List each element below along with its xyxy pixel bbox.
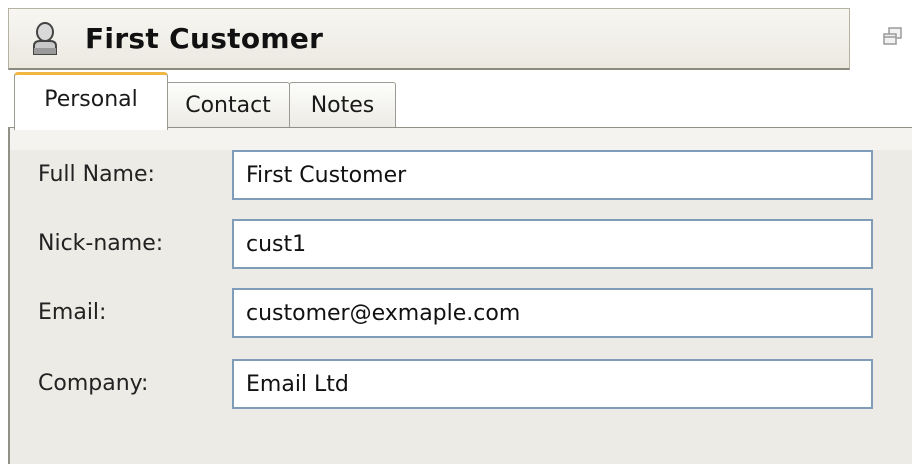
customer-editor-window: First Customer Personal Contact Notes Fu… bbox=[0, 0, 912, 464]
company-row: Company: bbox=[10, 359, 890, 409]
title-bar: First Customer bbox=[8, 8, 850, 70]
full-name-label: Full Name: bbox=[38, 162, 155, 187]
company-input[interactable] bbox=[232, 359, 873, 409]
email-input[interactable] bbox=[232, 288, 873, 338]
tab-notes[interactable]: Notes bbox=[289, 82, 396, 128]
tab-strip: Personal Contact Notes bbox=[8, 70, 912, 130]
email-row: Email: bbox=[10, 288, 890, 338]
window-restore-icon[interactable] bbox=[882, 26, 904, 48]
tab-contact[interactable]: Contact bbox=[166, 82, 290, 128]
nick-name-label: Nick-name: bbox=[38, 231, 164, 256]
window-title: First Customer bbox=[85, 22, 324, 55]
panel-header-strip bbox=[10, 128, 912, 150]
personal-panel: Full Name: Nick-name: Email: Company: bbox=[8, 127, 912, 464]
email-label: Email: bbox=[38, 300, 107, 325]
full-name-input[interactable] bbox=[232, 150, 873, 200]
nick-name-input[interactable] bbox=[232, 219, 873, 269]
tab-personal[interactable]: Personal bbox=[14, 72, 168, 130]
company-label: Company: bbox=[38, 371, 149, 396]
full-name-row: Full Name: bbox=[10, 150, 890, 200]
user-icon bbox=[31, 21, 59, 56]
nick-name-row: Nick-name: bbox=[10, 219, 890, 269]
